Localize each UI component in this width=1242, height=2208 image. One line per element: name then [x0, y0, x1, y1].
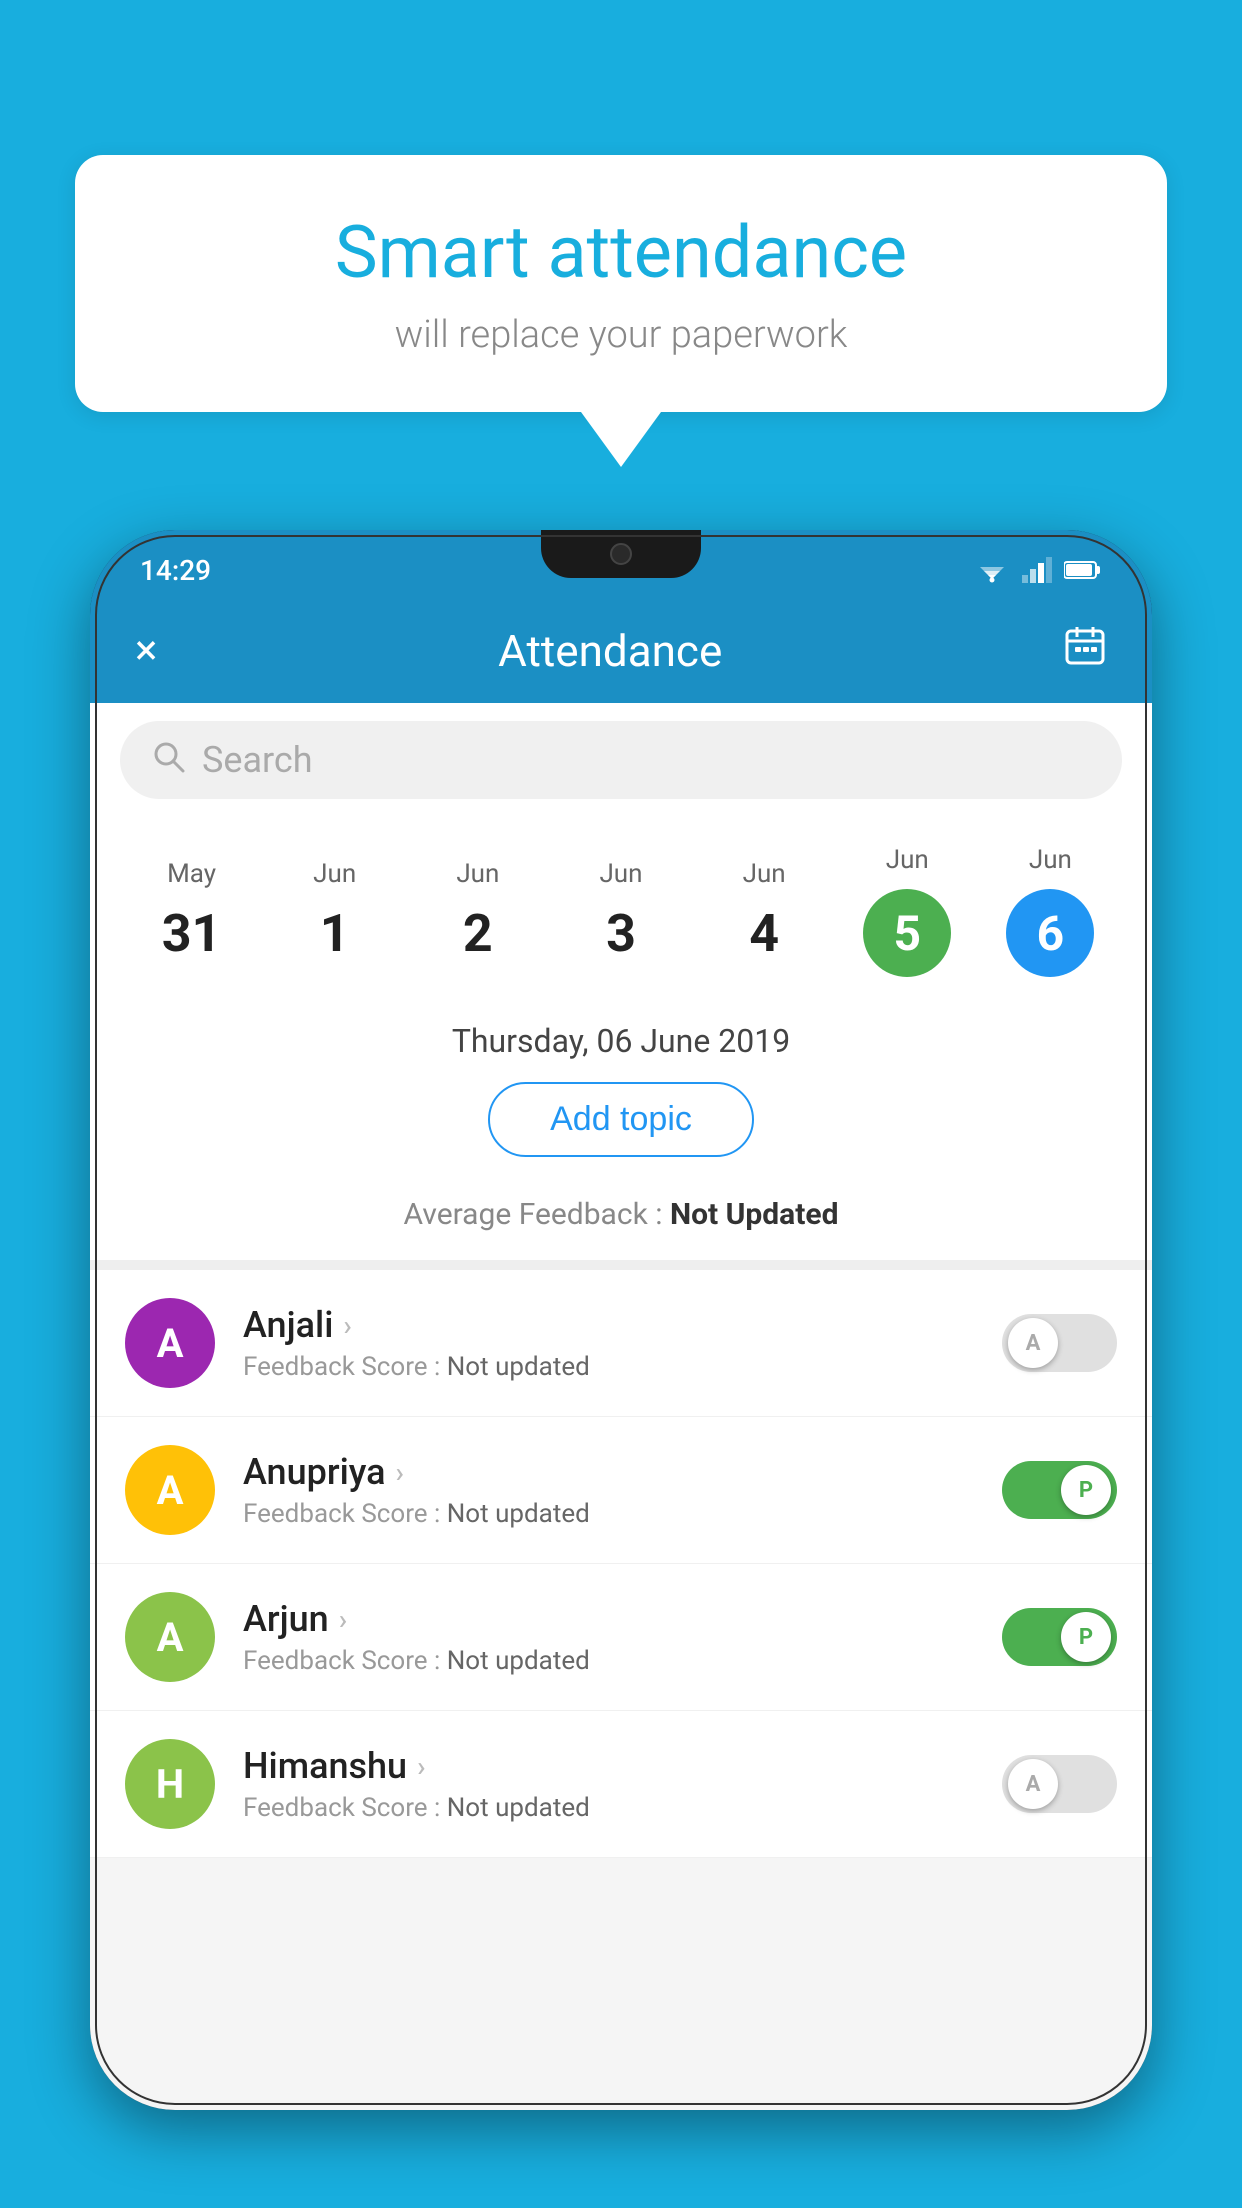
student-info: Himanshu› Feedback Score : Not updated: [243, 1745, 974, 1823]
feedback-value: Not updated: [447, 1646, 590, 1676]
cal-date: 6: [1006, 889, 1094, 977]
add-topic-button[interactable]: Add topic: [488, 1082, 754, 1157]
toggle-container: P: [1002, 1461, 1117, 1519]
student-feedback: Feedback Score : Not updated: [243, 1352, 974, 1382]
toggle-container: P: [1002, 1608, 1117, 1666]
calendar-day-6[interactable]: Jun 6: [1000, 845, 1100, 977]
toggle-container: A: [1002, 1314, 1117, 1372]
cal-date: 31: [162, 903, 222, 964]
student-info: Anjali› Feedback Score : Not updated: [243, 1304, 974, 1382]
cal-date: 3: [606, 903, 636, 964]
date-info: Thursday, 06 June 2019: [90, 997, 1152, 1060]
toggle-container: A: [1002, 1755, 1117, 1813]
chevron-icon: ›: [417, 1750, 425, 1783]
cal-date: 2: [463, 903, 493, 964]
speech-bubble-tail: [581, 412, 661, 467]
chevron-icon: ›: [396, 1456, 404, 1489]
student-name: Anjali›: [243, 1304, 974, 1346]
student-feedback: Feedback Score : Not updated: [243, 1793, 974, 1823]
student-name: Arjun›: [243, 1598, 974, 1640]
app-bar-title: Attendance: [498, 625, 722, 677]
student-item[interactable]: A Arjun› Feedback Score : Not updated P: [90, 1564, 1152, 1711]
cal-month: Jun: [599, 859, 642, 889]
attendance-toggle[interactable]: A: [1002, 1755, 1117, 1813]
toggle-knob: A: [1008, 1759, 1058, 1809]
avg-feedback-value: Not Updated: [670, 1197, 839, 1232]
avg-feedback-label: Average Feedback :: [404, 1197, 670, 1232]
app-bar: × Attendance: [90, 598, 1152, 703]
attendance-toggle[interactable]: A: [1002, 1314, 1117, 1372]
cal-month: Jun: [1029, 845, 1072, 875]
calendar-day-31[interactable]: May 31: [142, 859, 242, 964]
feedback-value: Not updated: [447, 1499, 590, 1529]
student-feedback: Feedback Score : Not updated: [243, 1646, 974, 1676]
toggle-knob: A: [1008, 1318, 1058, 1368]
phone-camera: [610, 543, 632, 565]
attendance-toggle[interactable]: P: [1002, 1608, 1117, 1666]
search-placeholder: Search: [202, 739, 313, 781]
status-icons: [974, 557, 1102, 583]
speech-bubble-container: Smart attendance will replace your paper…: [75, 155, 1167, 467]
student-item[interactable]: A Anjali› Feedback Score : Not updated A: [90, 1270, 1152, 1417]
student-avatar: A: [125, 1445, 215, 1535]
chevron-icon: ›: [343, 1309, 351, 1342]
student-item[interactable]: A Anupriya› Feedback Score : Not updated P: [90, 1417, 1152, 1564]
cal-date: 4: [749, 903, 779, 964]
cal-month: Jun: [743, 859, 786, 889]
chevron-icon: ›: [339, 1603, 347, 1636]
battery-icon: [1064, 560, 1102, 580]
cal-month: May: [167, 859, 216, 889]
wifi-icon: [974, 557, 1010, 583]
cal-month: Jun: [886, 845, 929, 875]
phone-notch: [541, 530, 701, 578]
calendar-day-1[interactable]: Jun 1: [285, 859, 385, 964]
speech-bubble: Smart attendance will replace your paper…: [75, 155, 1167, 412]
toggle-knob: P: [1061, 1465, 1111, 1515]
feedback-value: Not updated: [447, 1352, 590, 1382]
calendar-icon-button[interactable]: [1063, 623, 1107, 678]
phone-container: 14:29: [90, 530, 1152, 2208]
student-name: Anupriya›: [243, 1451, 974, 1493]
student-avatar: A: [125, 1298, 215, 1388]
attendance-toggle[interactable]: P: [1002, 1461, 1117, 1519]
speech-bubble-subtitle: will replace your paperwork: [135, 313, 1107, 357]
calendar-day-2[interactable]: Jun 2: [428, 859, 528, 964]
student-name: Himanshu›: [243, 1745, 974, 1787]
calendar-day-4[interactable]: Jun 4: [714, 859, 814, 964]
student-info: Anupriya› Feedback Score : Not updated: [243, 1451, 974, 1529]
cal-date: 5: [863, 889, 951, 977]
student-info: Arjun› Feedback Score : Not updated: [243, 1598, 974, 1676]
cal-date: 1: [320, 903, 350, 964]
search-bar[interactable]: Search: [120, 721, 1122, 799]
cal-month: Jun: [313, 859, 356, 889]
calendar-day-3[interactable]: Jun 3: [571, 859, 671, 964]
phone: 14:29: [90, 530, 1152, 2110]
speech-bubble-title: Smart attendance: [135, 210, 1107, 295]
calendar-strip: May 31 Jun 1 Jun 2 Jun 3 Jun 4 Jun 5 Jun 6: [90, 817, 1152, 997]
divider: [90, 1260, 1152, 1270]
avg-feedback: Average Feedback : Not Updated: [90, 1187, 1152, 1260]
feedback-value: Not updated: [447, 1793, 590, 1823]
add-topic-container: Add topic: [90, 1060, 1152, 1187]
student-list: AAnjali›Feedback Score : Not updatedAAAn…: [90, 1270, 1152, 1858]
student-item[interactable]: H Himanshu› Feedback Score : Not updated A: [90, 1711, 1152, 1858]
signal-icon: [1022, 557, 1052, 583]
cal-month: Jun: [456, 859, 499, 889]
toggle-knob: P: [1061, 1612, 1111, 1662]
close-button[interactable]: ×: [135, 626, 157, 675]
screen-content: Search May 31 Jun 1 Jun 2 Jun 3 Jun 4 Jun 5 Jun 6 Thu…: [90, 703, 1152, 2110]
search-icon: [150, 738, 186, 783]
status-time: 14:29: [140, 554, 211, 587]
calendar-day-5[interactable]: Jun 5: [857, 845, 957, 977]
student-avatar: H: [125, 1739, 215, 1829]
student-avatar: A: [125, 1592, 215, 1682]
search-bar-container: Search: [90, 703, 1152, 817]
student-feedback: Feedback Score : Not updated: [243, 1499, 974, 1529]
selected-date-text: Thursday, 06 June 2019: [452, 1022, 790, 1060]
